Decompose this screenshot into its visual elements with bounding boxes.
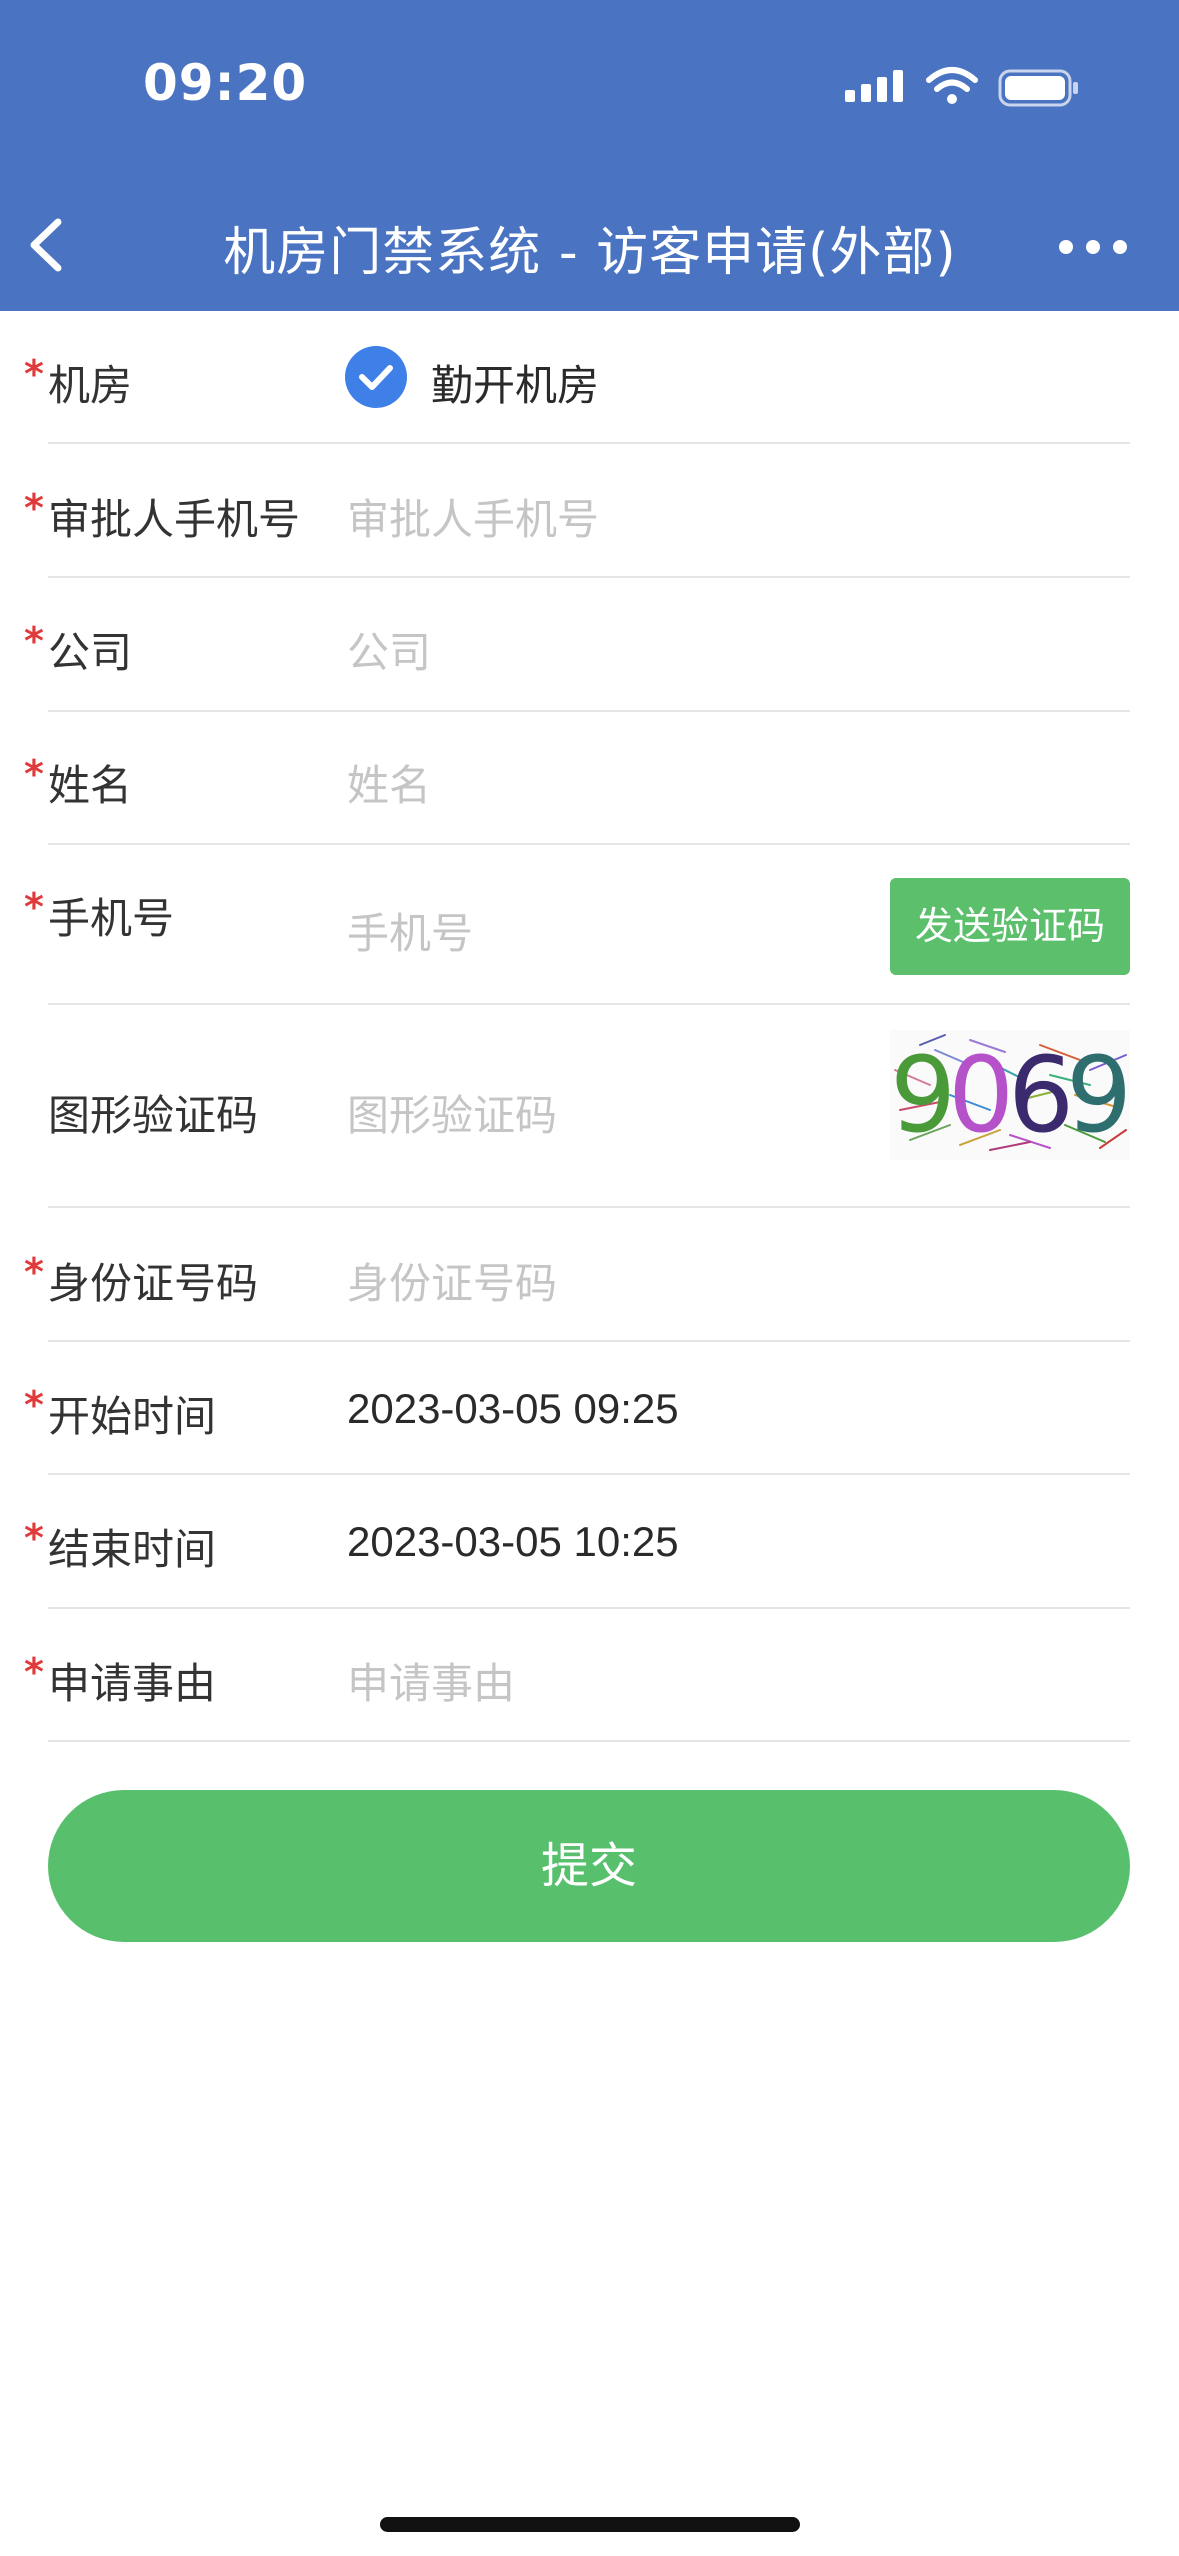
divider: [48, 1340, 1130, 1342]
required-mark: *: [24, 352, 44, 396]
send-code-button[interactable]: 发送验证码: [890, 878, 1130, 975]
divider: [48, 1607, 1130, 1609]
reason-label: 申请事由: [48, 1659, 217, 1708]
captcha-label: 图形验证码: [48, 1091, 259, 1140]
page-title: 机房门禁系统 - 访客申请(外部): [223, 223, 957, 283]
start-time-label: 开始时间: [48, 1392, 217, 1441]
captcha-digit: 0: [948, 1034, 1015, 1156]
required-mark: *: [24, 1650, 44, 1694]
name-input[interactable]: 姓名: [347, 752, 431, 813]
start-time-picker[interactable]: 2023-03-05 09:25: [347, 1385, 679, 1433]
divider: [48, 843, 1130, 845]
captcha-digit: 9: [1066, 1034, 1130, 1156]
more-options-icon[interactable]: [1058, 232, 1128, 262]
divider: [48, 576, 1130, 578]
captcha-digit: 6: [1008, 1034, 1075, 1156]
approver-phone-label: 审批人手机号: [48, 495, 301, 544]
required-mark: *: [24, 885, 44, 929]
divider: [48, 442, 1130, 444]
room-label: 机房: [48, 361, 133, 410]
divider: [48, 1206, 1130, 1208]
battery-icon: [998, 69, 1078, 107]
id-number-input[interactable]: 身份证号码: [347, 1250, 557, 1311]
back-chevron-icon[interactable]: [18, 210, 78, 280]
required-mark: *: [24, 486, 44, 530]
divider: [48, 1740, 1130, 1742]
end-time-label: 结束时间: [48, 1525, 217, 1574]
company-input[interactable]: 公司: [347, 619, 431, 680]
room-option-label[interactable]: 勤开机房: [431, 352, 599, 413]
required-mark: *: [24, 1250, 44, 1294]
captcha-input[interactable]: 图形验证码: [347, 1082, 557, 1143]
required-mark: *: [24, 752, 44, 796]
captcha-image[interactable]: 9 0 6 9: [890, 1030, 1130, 1160]
home-indicator: [380, 2517, 800, 2532]
id-number-label: 身份证号码: [48, 1259, 259, 1308]
divider: [48, 710, 1130, 712]
cellular-signal-icon: [845, 70, 903, 102]
submit-button[interactable]: 提交: [48, 1790, 1130, 1942]
app-header: 09:20 机房门禁系统 - 访客申请(外部): [0, 0, 1179, 311]
divider: [48, 1003, 1130, 1005]
company-label: 公司: [48, 628, 133, 677]
phone-input[interactable]: 手机号: [347, 900, 473, 961]
required-mark: *: [24, 1383, 44, 1427]
approver-phone-input[interactable]: 审批人手机号: [347, 486, 599, 547]
status-time: 09:20: [143, 54, 308, 112]
checkmark-icon: [359, 365, 393, 390]
phone-label: 手机号: [48, 894, 175, 943]
room-checkbox[interactable]: [345, 346, 407, 408]
captcha-digit: 9: [890, 1034, 957, 1156]
name-label: 姓名: [48, 761, 133, 810]
end-time-picker[interactable]: 2023-03-05 10:25: [347, 1518, 679, 1566]
reason-input[interactable]: 申请事由: [347, 1650, 515, 1711]
divider: [48, 1473, 1130, 1475]
wifi-icon: [926, 67, 978, 104]
required-mark: *: [24, 619, 44, 663]
required-mark: *: [24, 1516, 44, 1560]
